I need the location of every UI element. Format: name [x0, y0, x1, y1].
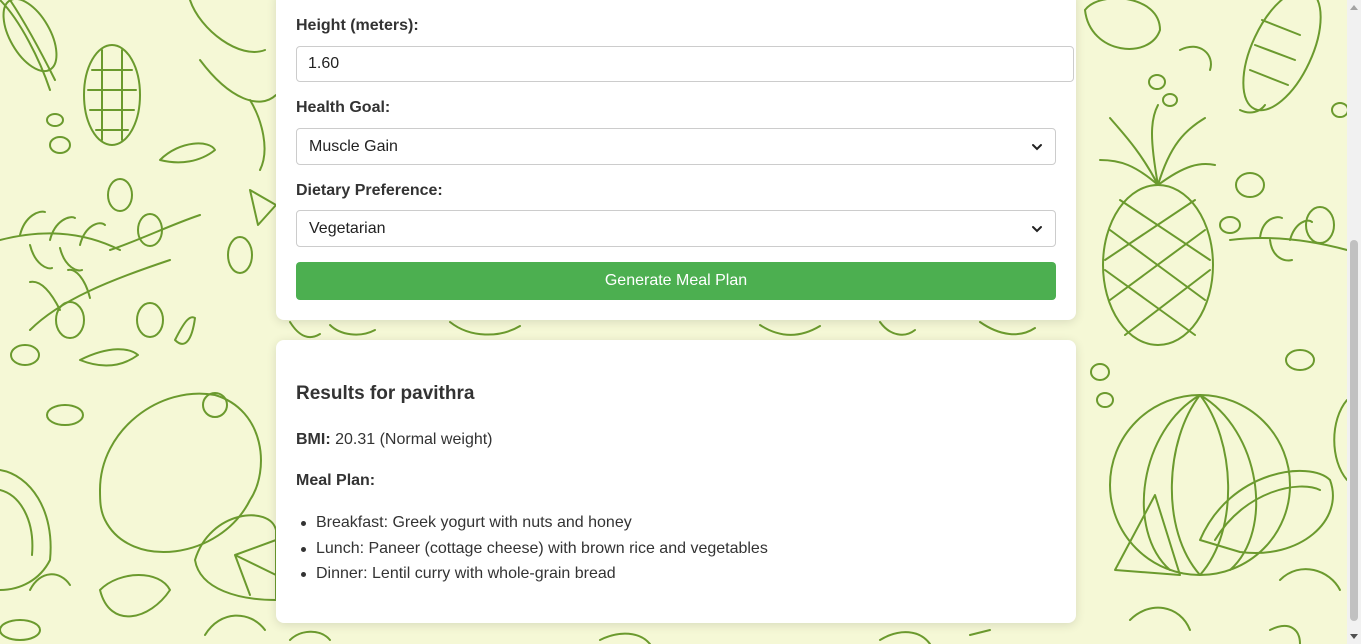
bmi-label: BMI: — [296, 431, 331, 448]
bullet-icon — [301, 572, 306, 577]
list-item: Lunch: Paneer (cottage cheese) with brow… — [296, 539, 768, 565]
health-goal-selected-value: Muscle Gain — [309, 137, 398, 155]
scroll-down-arrow-icon[interactable] — [1350, 634, 1358, 640]
height-input[interactable] — [296, 46, 1074, 82]
meal-lunch: Lunch: Paneer (cottage cheese) with brow… — [316, 539, 768, 557]
health-goal-label: Health Goal: — [296, 99, 391, 116]
results-title: Results for pavithra — [296, 383, 475, 404]
chevron-down-icon — [1032, 225, 1042, 232]
list-item: Breakfast: Greek yogurt with nuts and ho… — [296, 513, 768, 539]
bmi-line: BMI: 20.31 (Normal weight) — [296, 431, 493, 449]
height-label: Height (meters): — [296, 17, 419, 34]
scroll-up-arrow-icon[interactable] — [1350, 4, 1358, 10]
dietary-preference-selected-value: Vegetarian — [309, 219, 386, 237]
generate-meal-plan-button[interactable]: Generate Meal Plan — [296, 262, 1056, 300]
chevron-down-icon — [1032, 143, 1042, 150]
vertical-scrollbar[interactable] — [1347, 0, 1361, 644]
scrollbar-thumb[interactable] — [1350, 240, 1358, 621]
bullet-icon — [301, 546, 306, 552]
results-card: Results for pavithra BMI: 20.31 (Normal … — [276, 340, 1076, 623]
meal-plan-form-card: Height (meters): Health Goal: Muscle Gai… — [276, 0, 1076, 320]
bmi-value: 20.31 (Normal weight) — [335, 431, 493, 448]
dietary-preference-select[interactable]: Vegetarian — [296, 210, 1056, 247]
health-goal-select[interactable]: Muscle Gain — [296, 128, 1056, 165]
meal-plan-list: Breakfast: Greek yogurt with nuts and ho… — [296, 513, 768, 590]
dietary-preference-label: Dietary Preference: — [296, 182, 443, 199]
meal-breakfast: Breakfast: Greek yogurt with nuts and ho… — [316, 514, 632, 531]
meal-plan-label: Meal Plan: — [296, 472, 376, 489]
meal-dinner: Dinner: Lentil curry with whole-grain br… — [316, 565, 616, 582]
bullet-icon — [301, 521, 306, 526]
list-item: Dinner: Lentil curry with whole-grain br… — [296, 564, 768, 590]
